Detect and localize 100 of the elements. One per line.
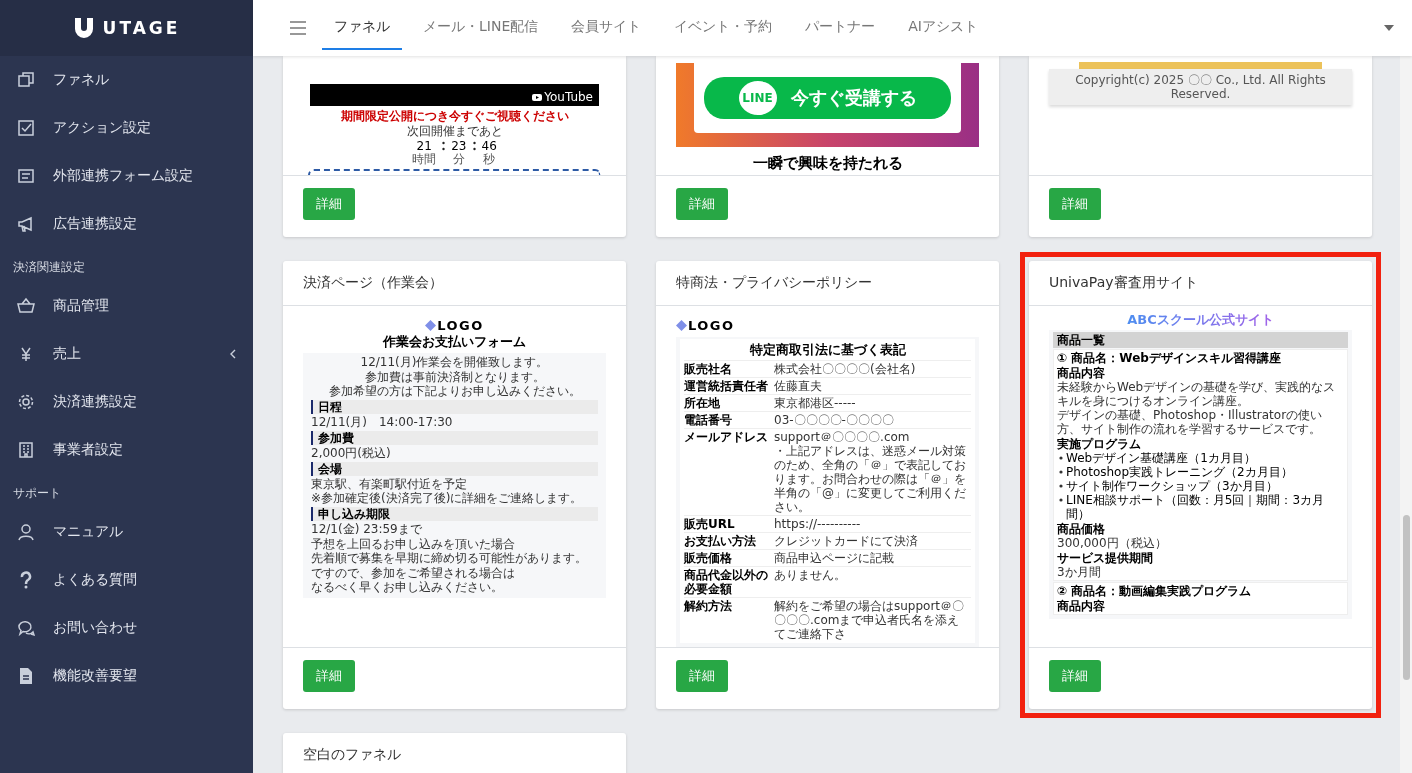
row-value: ・上記アドレスは、迷惑メール対策のため、全角の「＠」で表記しております。お問合わせの際は「＠」を半角の「@」に変更してご利用ください。	[774, 444, 967, 514]
logo-text: UTAGE	[102, 18, 181, 38]
person-icon	[17, 523, 35, 541]
countdown-unit: 時間	[412, 153, 437, 166]
text-line: デザインの基礎、Photoshop・Illustratorの使い方、サイト制作の流れを学習するサービスです。	[1057, 408, 1324, 436]
row-value: 商品申込ページに記載	[774, 551, 895, 565]
text-line: 3か月間	[1057, 565, 1102, 579]
subheading: 商品内容	[1057, 366, 1106, 380]
sidebar-item[interactable]: お問い合わせ	[0, 604, 253, 652]
notice-text: 期間限定公開につき今すぐご視聴ください	[339, 109, 570, 123]
site-title: ABCスクール公式サイト	[1127, 312, 1274, 327]
row-value: ありません。	[774, 568, 847, 582]
checkbox-icon	[17, 119, 35, 137]
countdown-value: 21	[415, 139, 433, 153]
bullet-icon	[1059, 498, 1063, 502]
nav-tab[interactable]: ファネル	[322, 6, 402, 50]
row-value: 東京都港区-----	[774, 396, 857, 410]
row-value: 03-〇〇〇〇-〇〇〇〇	[774, 413, 895, 427]
countdown-value: 23	[451, 139, 467, 153]
countdown-unit: 分	[451, 153, 466, 166]
row-label: 解約方法	[684, 599, 733, 615]
row-label: 所在地	[684, 396, 721, 410]
menu-icon	[290, 21, 306, 35]
sidebar-item[interactable]: ファネル	[0, 56, 253, 104]
list-item: サイト制作ワークショップ（3か月目）	[1066, 479, 1278, 493]
text-line: 12/11(月)作業会を開催致します。	[359, 355, 550, 369]
text-line: ですので、参加をご希望される場合は	[311, 566, 516, 580]
form-icon	[17, 167, 35, 185]
video-label: YouTube	[544, 90, 593, 104]
nav-tab[interactable]: AIアシスト	[896, 6, 990, 50]
sidebar-item[interactable]: マニュアル	[0, 508, 253, 556]
colon-icon	[472, 141, 476, 151]
row-label: メールアドレス	[684, 430, 769, 446]
caret-icon	[1384, 25, 1394, 31]
nav-tab[interactable]: パートナー	[793, 6, 888, 50]
sidebar-item[interactable]: 商品管理	[0, 282, 253, 330]
section-heading: サポート	[12, 485, 62, 502]
row-label: 商品代金以外の必要金額	[684, 568, 769, 596]
card-title: 決済ページ（作業会）	[303, 274, 443, 292]
text-line: 先着順で募集を早期に締め切る可能性があります。	[311, 551, 588, 565]
product-title: ① 商品名：Webデザインスキル習得講座	[1057, 351, 1282, 365]
bullet-icon	[1059, 484, 1063, 488]
nav-tab[interactable]: イベント・予約	[662, 6, 785, 50]
row-value: support＠〇〇〇〇.com	[774, 430, 911, 444]
row-value: 株式会社〇〇〇〇(会社名)	[774, 362, 917, 376]
product-title: ② 商品名：動画編集実践プログラム	[1057, 584, 1253, 598]
bullet-icon	[1059, 456, 1063, 460]
list-item: Photoshop実践トレーニング（2カ月目）	[1066, 465, 1293, 479]
section-heading: 決済関連設定	[12, 259, 86, 276]
sidebar-item[interactable]: アクション設定	[0, 104, 253, 152]
page-title: 特定商取引法に基づく表記	[748, 341, 907, 358]
copyright-footer: Copyright(c) 2025 〇〇 Co., Ltd. All Rights Reserved.	[1057, 73, 1344, 101]
nav-tab[interactable]: メール・LINE配信	[411, 6, 551, 50]
text-line: 300,000円（税込）	[1057, 536, 1168, 550]
text-line: なるべく早くお申し込みください。	[311, 580, 504, 594]
list-item: Webデザイン基礎講座（1カ月目）	[1066, 451, 1256, 465]
section-heading: 会場	[311, 462, 598, 476]
sidebar-item[interactable]: 機能改善要望	[0, 652, 253, 700]
logo: LOGO	[425, 318, 484, 333]
sidebar-item[interactable]: 外部連携フォーム設定	[0, 152, 253, 200]
page-heading: 一瞬で興味を持たれる	[751, 153, 904, 173]
text-line: 12/11(月) 14:00-17:30	[311, 415, 454, 429]
text-line: 2,000円(税込)	[311, 446, 392, 460]
page-title: 作業会お支払いフォーム	[381, 333, 527, 350]
row-label: 運営統括責任者	[684, 379, 769, 393]
sidebar-item[interactable]: 広告連携設定	[0, 200, 253, 248]
text-line: 参加費は事前決済制となります。	[363, 370, 546, 384]
sidebar-item[interactable]: 決済連携設定	[0, 378, 253, 426]
logo: LOGO	[676, 318, 735, 333]
basket-icon	[17, 297, 35, 315]
section-heading: 申し込み期限	[311, 507, 598, 521]
row-value: クレジットカードにて決済	[774, 534, 919, 548]
card-title: 空白のファネル	[303, 746, 401, 764]
row-label: 電話番号	[684, 413, 733, 427]
row-value: https://----------	[774, 517, 862, 531]
sidebar-item[interactable]: 売上	[0, 330, 253, 378]
row-label: お支払い方法	[684, 534, 757, 548]
scrollbar-thumb[interactable]	[1402, 515, 1410, 680]
row-label: 販売URL	[684, 517, 736, 531]
sidebar-item[interactable]: よくある質問	[0, 556, 253, 604]
text-line: 12/1(金) 23:59まで	[311, 522, 423, 536]
subheading: 商品内容	[1057, 599, 1106, 613]
chat-icon	[17, 619, 35, 637]
text-line: 参加希望の方は下記よりお申し込みください。	[327, 384, 582, 398]
copy-icon	[17, 71, 35, 89]
countdown-unit: 秒	[482, 153, 497, 166]
colon-icon	[442, 141, 446, 151]
section-heading: 参加費	[311, 431, 598, 445]
gear-icon	[17, 393, 35, 411]
nav-tab[interactable]: 会員サイト	[559, 6, 654, 50]
row-label: 販売社名	[684, 362, 733, 376]
text-line: 東京駅、有楽町駅付近を予定	[311, 477, 468, 491]
row-label: 販売価格	[684, 551, 733, 565]
megaphone-icon	[17, 215, 35, 233]
diamond-icon	[425, 320, 437, 331]
diamond-icon	[676, 320, 687, 331]
section-heading: 日程	[311, 400, 598, 414]
text-line: ※参加確定後(決済完了後)に詳細をご連絡します。	[311, 491, 584, 505]
sidebar-item[interactable]: 事業者設定	[0, 426, 253, 474]
text-line: 未経験からWebデザインの基礎を学び、実践的なスキルを身につけるオンライン講座。	[1057, 380, 1337, 408]
